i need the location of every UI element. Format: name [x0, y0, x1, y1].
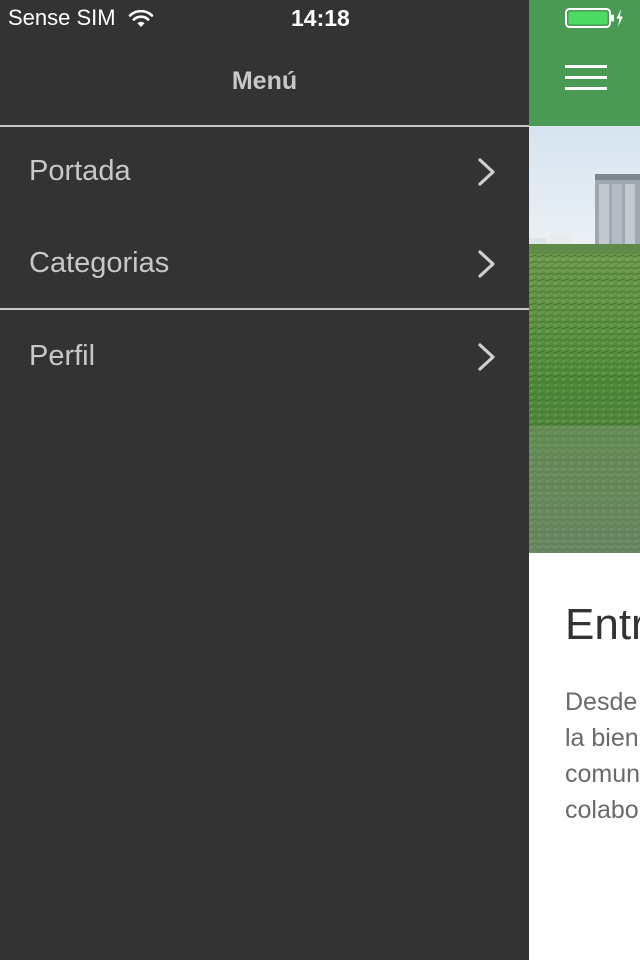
- divider: [0, 308, 529, 310]
- article-line: comun: [565, 760, 640, 788]
- chevron-right-icon: [478, 250, 495, 278]
- menu-item-label: Perfil: [29, 340, 96, 372]
- hero-image: [529, 126, 640, 553]
- article-line: la bien: [565, 724, 639, 752]
- app-bar: [529, 0, 640, 126]
- carrier-label: Sense SIM: [8, 5, 116, 30]
- battery-icon: [565, 8, 623, 28]
- article-title: Entr: [565, 600, 640, 649]
- menu-item-perfil[interactable]: Perfil: [0, 311, 529, 401]
- hamburger-menu-icon[interactable]: [565, 65, 607, 91]
- article-line: colabo: [565, 796, 639, 824]
- menu-item-label: Categorias: [29, 247, 170, 279]
- article-excerpt: Desde la bien comun colabo: [565, 684, 640, 828]
- chevron-right-icon: [478, 158, 495, 186]
- field-photo: [529, 126, 640, 553]
- status-bar-left: Sense SIM: [8, 5, 154, 31]
- wifi-icon: [128, 9, 153, 27]
- main-content-panel[interactable]: Entr Desde la bien comun colabo: [529, 0, 640, 960]
- article-line: Desde: [565, 688, 638, 716]
- drawer-title: Menú: [231, 67, 298, 95]
- chevron-right-icon: [478, 343, 495, 371]
- menu-item-label: Portada: [29, 155, 131, 187]
- status-time: 14:18: [291, 5, 350, 31]
- side-menu-drawer: Sense SIM 14:18 Menú Portada Categorias …: [0, 0, 529, 960]
- menu-item-categorias[interactable]: Categorias: [0, 218, 529, 308]
- menu-item-portada[interactable]: Portada: [0, 126, 529, 216]
